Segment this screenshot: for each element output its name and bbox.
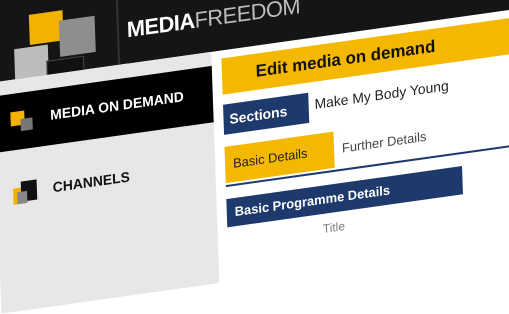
sidebar-item-label: MEDIA ON DEMAND [49, 88, 185, 123]
tab-further-details[interactable]: Further Details [333, 114, 458, 168]
media-on-demand-icon [10, 106, 39, 136]
sidebar-item-channels[interactable]: CHANNELS [0, 138, 217, 226]
sections-label: Sections [223, 92, 310, 135]
sections-value[interactable]: Make My Body Young [314, 77, 449, 112]
app-window: MEDIAFREEDOM MEDIA ON DEMAND CHANNELS Ed… [0, 0, 509, 314]
sidebar-item-label: CHANNELS [52, 168, 131, 196]
sidebar-item-media-on-demand[interactable]: MEDIA ON DEMAND [0, 65, 214, 153]
sidebar: MEDIA ON DEMAND CHANNELS [0, 51, 220, 314]
tab-basic-details[interactable]: Basic Details [224, 130, 341, 184]
channels-icon [13, 179, 42, 209]
page-title: Edit media on demand [255, 36, 436, 81]
cube-gray-icon [58, 15, 96, 57]
field-label-title: Title [322, 218, 346, 237]
